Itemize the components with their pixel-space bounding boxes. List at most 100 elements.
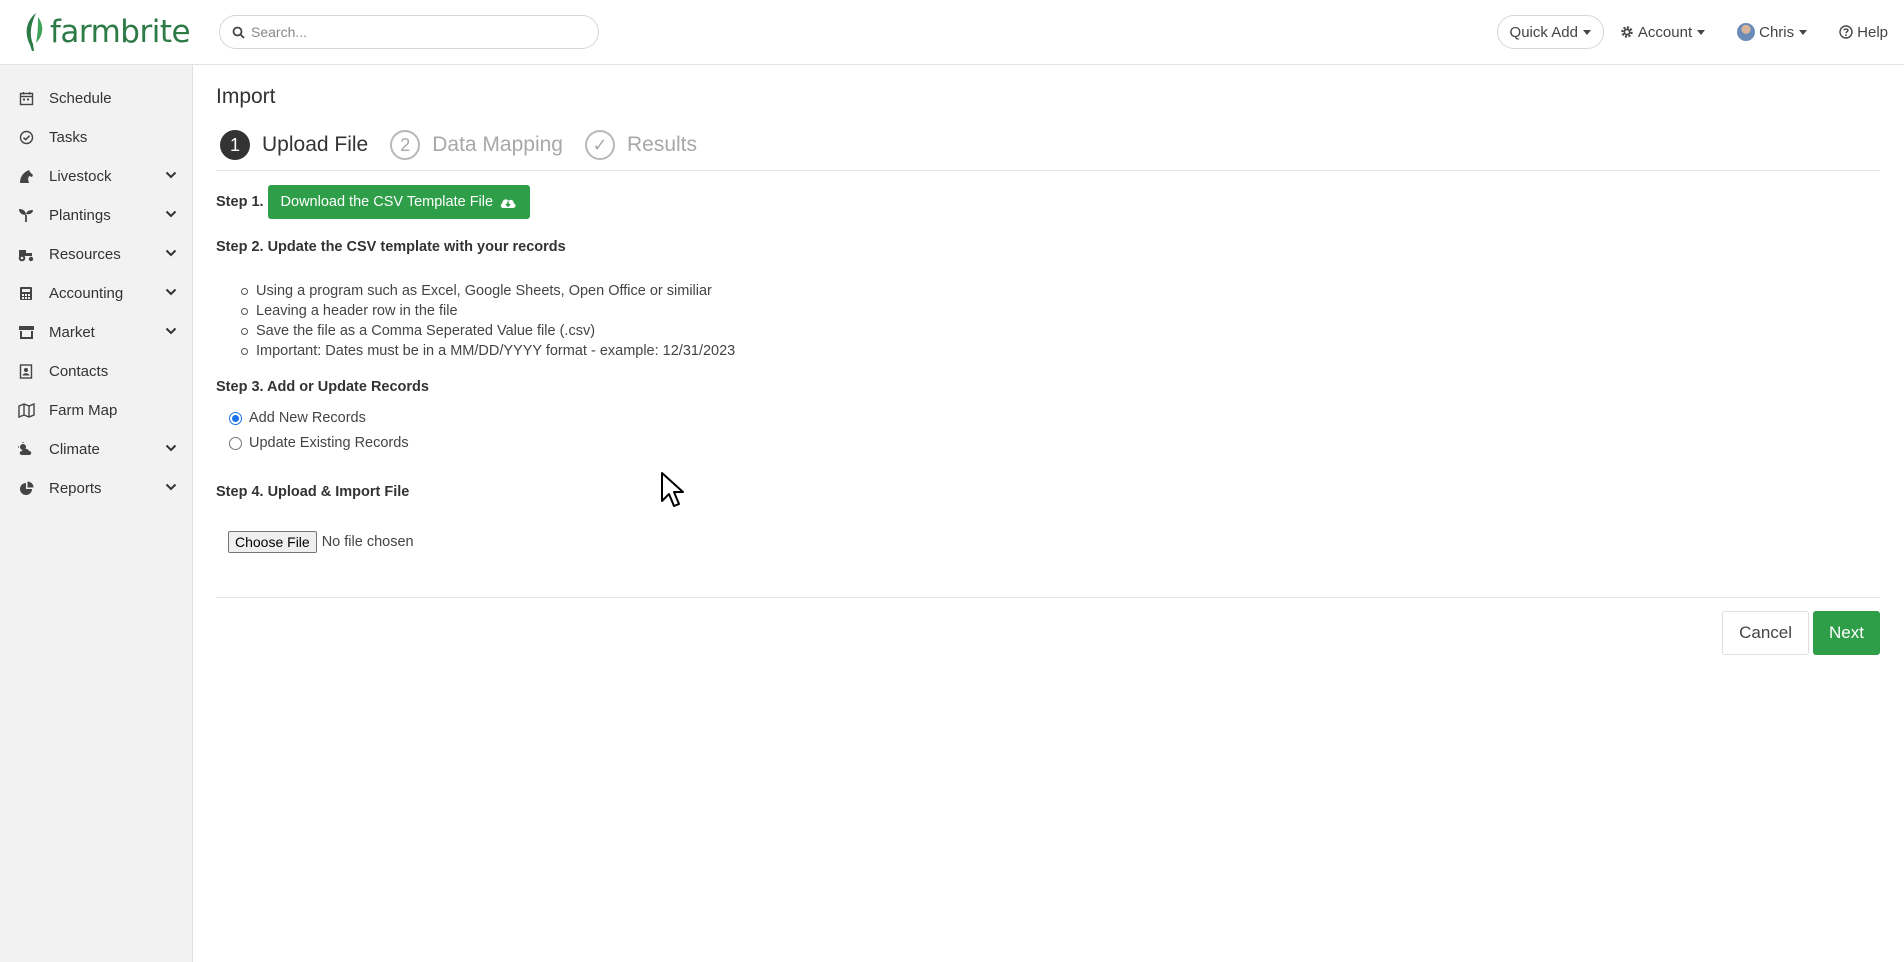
- leaf-logo-icon: [26, 13, 43, 51]
- wizard-step-upload-file: 1 Upload File: [220, 130, 368, 160]
- sidebar-item-climate[interactable]: Climate: [0, 430, 193, 469]
- divider: [216, 170, 1880, 171]
- user-name: Chris: [1759, 23, 1795, 41]
- logo-text: farmbrite: [50, 14, 191, 50]
- sidebar-item-label: Tasks: [49, 129, 88, 146]
- store-icon: [17, 324, 35, 342]
- sidebar-item-label: Climate: [49, 441, 100, 458]
- sidebar-item-label: Resources: [49, 246, 121, 263]
- update-existing-records-radio[interactable]: [229, 436, 242, 450]
- sidebar-item-label: Plantings: [49, 207, 111, 224]
- account-menu[interactable]: Account: [1620, 23, 1706, 41]
- chevron-down-icon[interactable]: [165, 249, 177, 257]
- sidebar-item-label: Livestock: [49, 168, 112, 185]
- help-link[interactable]: Help: [1839, 24, 1888, 41]
- download-button-label: Download the CSV Template File: [280, 194, 494, 210]
- cloud-sun-icon: [17, 441, 35, 459]
- quick-add-label: Quick Add: [1509, 23, 1578, 41]
- seedling-icon: [17, 207, 35, 225]
- header-actions: Quick Add Account Chris Help: [1496, 14, 1904, 50]
- page-title: Import: [216, 85, 276, 108]
- search-input[interactable]: [251, 24, 581, 40]
- address-book-icon: [17, 363, 35, 381]
- wizard-step-results: ✓ Results: [584, 130, 698, 160]
- sidebar-item-label: Market: [49, 324, 95, 341]
- list-item: Using a program such as Excel, Google Sh…: [240, 281, 735, 301]
- form-actions: Cancel Next: [1722, 611, 1880, 655]
- horse-icon: [17, 168, 35, 186]
- sidebar-item-market[interactable]: Market: [0, 313, 193, 352]
- avatar: [1737, 23, 1756, 41]
- caret-down-icon: [1799, 29, 1808, 35]
- step-1-section: Step 1. Download the CSV Template File: [216, 185, 531, 219]
- sidebar: Schedule Tasks Livestock Plantings Resou…: [0, 65, 193, 962]
- sidebar-item-label: Reports: [49, 480, 102, 497]
- chevron-down-icon[interactable]: [165, 444, 177, 452]
- wizard-step-data-mapping: 2 Data Mapping: [390, 130, 563, 160]
- check-circle-icon: [17, 129, 35, 147]
- help-label: Help: [1857, 23, 1888, 41]
- question-circle-icon: [1839, 25, 1853, 39]
- file-upload-control: Choose File No file chosen: [228, 531, 414, 553]
- file-status: No file chosen: [321, 534, 414, 550]
- choose-file-button[interactable]: Choose File: [228, 531, 317, 553]
- sidebar-item-contacts[interactable]: Contacts: [0, 352, 193, 391]
- map-icon: [17, 402, 35, 420]
- update-existing-records-option[interactable]: Update Existing Records: [229, 435, 409, 451]
- sidebar-item-reports[interactable]: Reports: [0, 469, 193, 508]
- step-label: Results: [626, 133, 698, 156]
- next-button[interactable]: Next: [1813, 611, 1880, 655]
- step-number-badge: 1: [220, 130, 250, 160]
- tractor-icon: [17, 246, 35, 264]
- chevron-down-icon[interactable]: [165, 327, 177, 335]
- gear-icon: [1621, 26, 1633, 38]
- radio-label: Add New Records: [249, 410, 366, 426]
- farmbrite-logo[interactable]: farmbrite: [22, 10, 191, 54]
- cloud-download-icon: [500, 198, 516, 208]
- chevron-down-icon[interactable]: [165, 171, 177, 179]
- list-item: Important: Dates must be in a MM/DD/YYYY…: [240, 343, 736, 359]
- sidebar-item-schedule[interactable]: Schedule: [0, 79, 193, 118]
- download-csv-template-button[interactable]: Download the CSV Template File: [267, 185, 531, 219]
- sidebar-item-plantings[interactable]: Plantings: [0, 196, 193, 235]
- caret-down-icon: [1582, 29, 1591, 35]
- instructions-list: Using a program such as Excel, Google Sh…: [240, 281, 736, 361]
- sidebar-item-accounting[interactable]: Accounting: [0, 274, 193, 313]
- sidebar-item-label: Contacts: [49, 363, 109, 380]
- sidebar-item-farm-map[interactable]: Farm Map: [0, 391, 193, 430]
- radio-label: Update Existing Records: [249, 435, 409, 451]
- chevron-down-icon[interactable]: [165, 210, 177, 218]
- step-number-badge: 2: [390, 130, 421, 160]
- sidebar-item-label: Accounting: [49, 285, 124, 302]
- divider: [216, 597, 1880, 598]
- sidebar-item-tasks[interactable]: Tasks: [0, 118, 193, 157]
- search-icon: [232, 26, 245, 39]
- sidebar-item-label: Farm Map: [49, 402, 118, 419]
- search-box[interactable]: [219, 15, 599, 49]
- mouse-cursor-icon: [661, 472, 684, 507]
- quick-add-button[interactable]: Quick Add: [1496, 15, 1604, 49]
- step-4-heading: Step 4. Upload & Import File: [216, 484, 410, 500]
- cancel-button[interactable]: Cancel: [1722, 611, 1810, 655]
- step-1-heading: Step 1.: [216, 194, 264, 210]
- caret-down-icon: [1697, 29, 1706, 35]
- account-label: Account: [1637, 23, 1693, 41]
- calculator-icon: [17, 285, 35, 303]
- list-item: Save the file as a Comma Seperated Value…: [240, 321, 735, 341]
- step-3-heading: Step 3. Add or Update Records: [216, 379, 429, 395]
- import-wizard-steps: 1 Upload File 2 Data Mapping ✓ Results: [220, 129, 719, 161]
- add-new-records-option[interactable]: Add New Records: [229, 410, 366, 426]
- step-label: Upload File: [262, 133, 369, 156]
- list-item: Leaving a header row in the file: [240, 301, 735, 321]
- calendar-icon: [17, 90, 35, 108]
- user-menu[interactable]: Chris: [1737, 23, 1808, 41]
- sidebar-item-resources[interactable]: Resources: [0, 235, 193, 274]
- chevron-down-icon[interactable]: [165, 288, 177, 296]
- check-icon: ✓: [584, 130, 615, 160]
- step-label: Data Mapping: [432, 133, 563, 156]
- add-new-records-radio[interactable]: [229, 411, 242, 425]
- sidebar-item-label: Schedule: [49, 90, 112, 107]
- chevron-down-icon[interactable]: [165, 483, 177, 491]
- sidebar-item-livestock[interactable]: Livestock: [0, 157, 193, 196]
- top-header: farmbrite Quick Add Account Chris: [0, 0, 1904, 65]
